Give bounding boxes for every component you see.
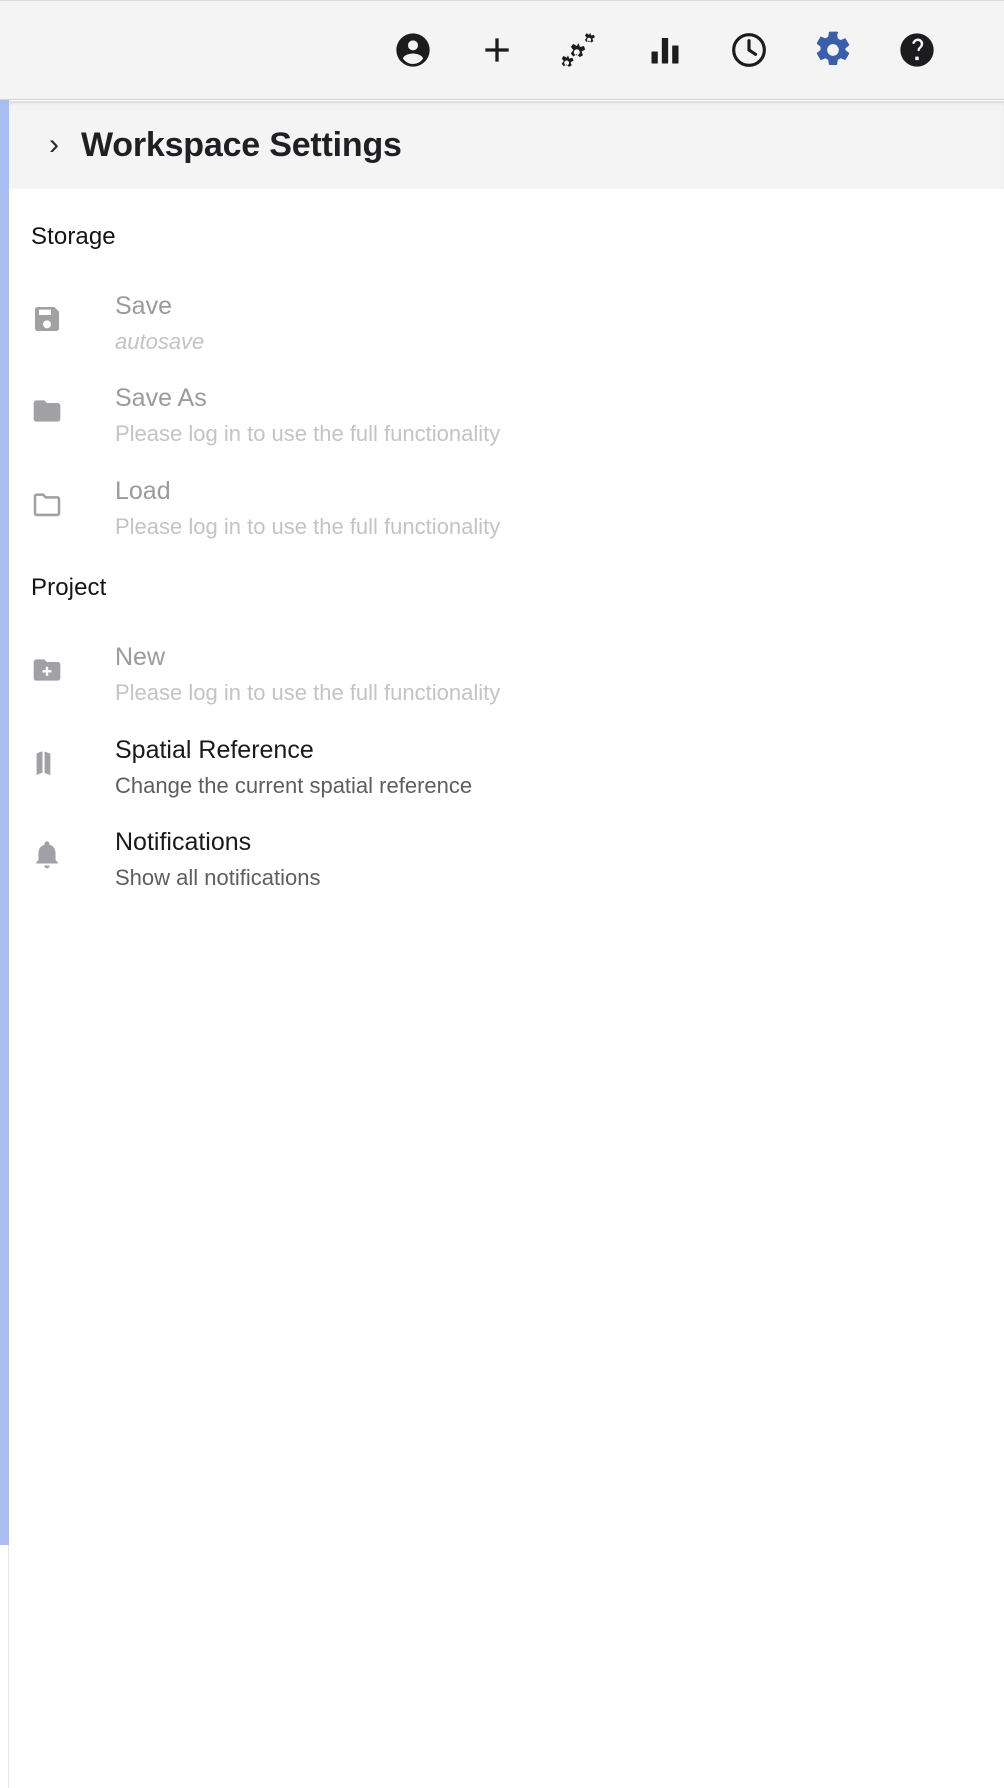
settings-row-label: Notifications: [115, 827, 252, 856]
settings-row-text: New Please log in to use the full functi…: [79, 642, 500, 706]
settings-row-text: Notifications Show all notifications: [79, 827, 320, 891]
folder-outline-icon: [31, 482, 79, 526]
collapse-chevron-icon[interactable]: ›: [49, 130, 59, 160]
settings-row-text: Spatial Reference Change the current spa…: [79, 735, 472, 799]
settings-row-sublabel: Please log in to use the full functional…: [115, 680, 501, 706]
panel-header: › Workspace Settings: [9, 101, 1004, 189]
processing-icon: [560, 29, 602, 71]
top-toolbar: [0, 0, 1004, 100]
folder-plus-icon: [31, 648, 79, 692]
settings-row-spatial-reference[interactable]: Spatial Reference Change the current spa…: [9, 721, 1004, 813]
panel-footer-fill: [9, 1545, 1004, 1788]
settings-row-notifications[interactable]: Notifications Show all notifications: [9, 813, 1004, 905]
settings-row-save-as[interactable]: Save As Please log in to use the full fu…: [9, 369, 1004, 461]
section-title-project: Project: [31, 574, 107, 602]
settings-row-text: Load Please log in to use the full funct…: [79, 476, 500, 540]
processing-button[interactable]: [552, 21, 610, 79]
settings-row-text: Save autosave: [79, 291, 204, 355]
add-button[interactable]: [468, 21, 526, 79]
help-button[interactable]: [888, 21, 946, 79]
account-icon: [393, 30, 433, 70]
settings-row-label: Load: [115, 476, 171, 505]
settings-row-sublabel: Change the current spatial reference: [115, 772, 473, 798]
bell-icon: [31, 833, 79, 877]
settings-row-sublabel: Please log in to use the full functional…: [115, 513, 501, 539]
history-button[interactable]: [720, 21, 778, 79]
background-panel-sliver: [0, 100, 9, 1545]
settings-row-sublabel: Show all notifications: [115, 864, 321, 890]
settings-row-load[interactable]: Load Please log in to use the full funct…: [9, 462, 1004, 554]
account-button[interactable]: [384, 21, 442, 79]
settings-row-sublabel: autosave: [115, 329, 205, 354]
settings-row-save[interactable]: Save autosave: [9, 277, 1004, 369]
settings-gear-icon: [813, 30, 853, 70]
settings-row-sublabel: Please log in to use the full functional…: [115, 421, 501, 447]
settings-button[interactable]: [804, 21, 862, 79]
add-icon: [477, 30, 517, 70]
history-icon: [729, 30, 769, 70]
background-panel-sliver-lower: [0, 1545, 9, 1788]
save-floppy-icon: [31, 297, 79, 341]
settings-row-new[interactable]: New Please log in to use the full functi…: [9, 628, 1004, 720]
settings-row-label: Spatial Reference: [115, 735, 314, 764]
map-icon: [31, 741, 79, 785]
section-title-storage: Storage: [31, 223, 116, 250]
page-title: Workspace Settings: [81, 125, 402, 164]
settings-panel-body: Storage Save autosave Save As Please log…: [9, 189, 1004, 1545]
app-root: › Workspace Settings Storage Save autosa…: [0, 0, 1004, 1788]
folder-filled-icon: [31, 389, 79, 433]
help-icon: [897, 30, 937, 70]
statistics-button[interactable]: [636, 21, 694, 79]
settings-row-text: Save As Please log in to use the full fu…: [79, 383, 500, 447]
statistics-icon: [647, 32, 683, 68]
settings-row-label: Save As: [115, 384, 207, 413]
settings-row-label: Save: [115, 292, 172, 320]
settings-row-label: New: [115, 643, 166, 672]
